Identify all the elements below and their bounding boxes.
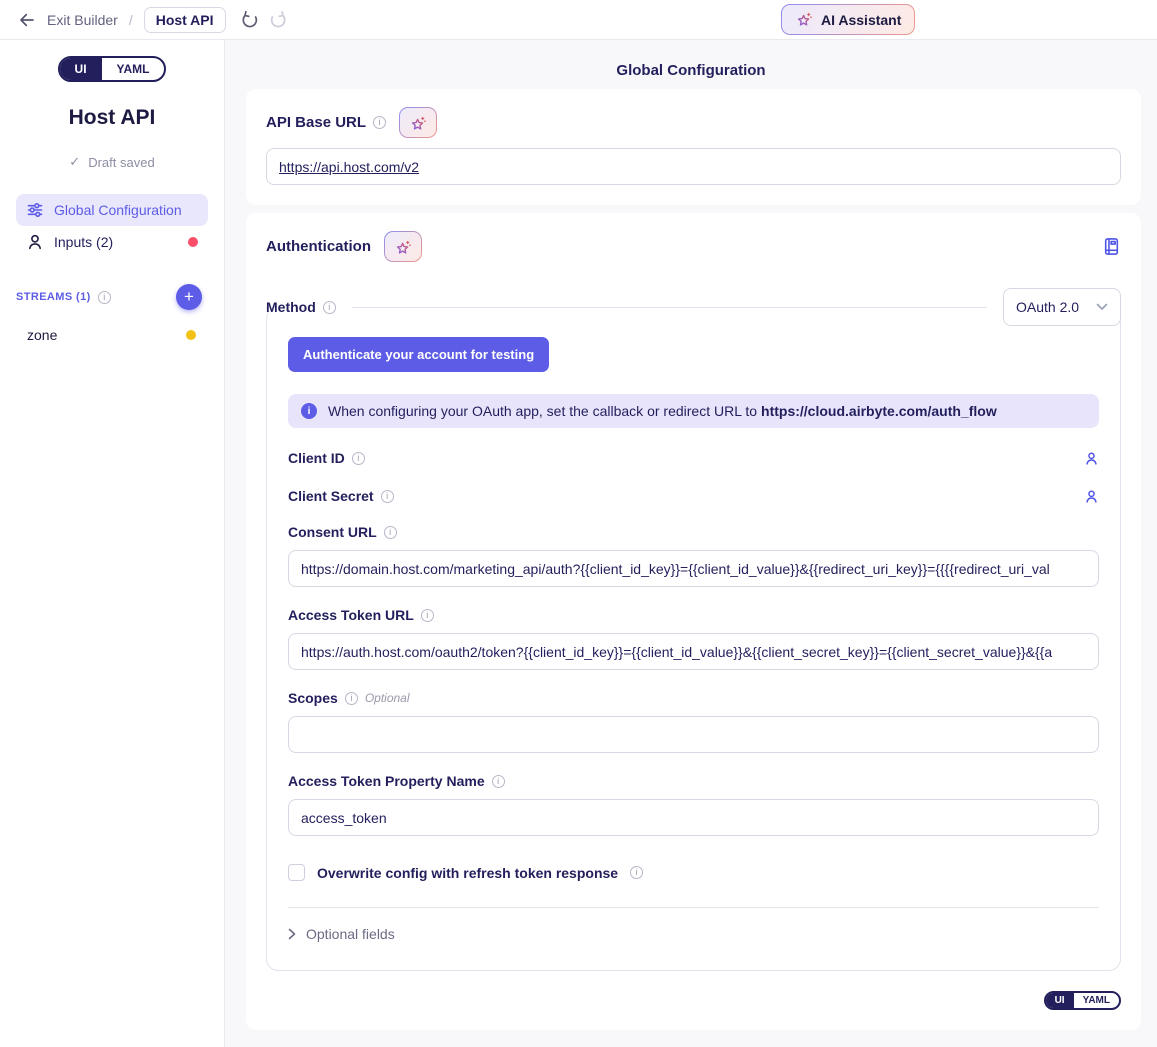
method-select[interactable]: OAuth 2.0 xyxy=(1003,288,1121,326)
overwrite-config-row: Overwrite config with refresh token resp… xyxy=(288,864,1099,881)
info-icon[interactable]: i xyxy=(492,775,505,788)
status-dot-stream xyxy=(186,330,196,340)
divider xyxy=(288,907,1099,908)
info-icon[interactable]: i xyxy=(384,526,397,539)
user-icon xyxy=(26,233,44,251)
toggle-ui[interactable]: UI xyxy=(60,58,102,80)
client-secret-row: Client Secret i xyxy=(288,488,1099,504)
client-secret-label: Client Secret xyxy=(288,488,374,504)
access-token-url-label: Access Token URL xyxy=(288,607,414,623)
chevron-right-icon xyxy=(288,928,296,940)
docs-button[interactable] xyxy=(1102,237,1121,256)
ai-assistant-button[interactable]: AI Assistant xyxy=(781,4,915,35)
optional-fields-label: Optional fields xyxy=(306,926,395,942)
topbar: Exit Builder / Host API AI Assistant xyxy=(0,0,1157,40)
info-icon[interactable]: i xyxy=(323,301,336,314)
info-icon[interactable]: i xyxy=(345,692,358,705)
scopes-field: Scopes i Optional xyxy=(288,690,1099,753)
breadcrumb-separator: / xyxy=(129,12,133,28)
authenticate-button[interactable]: Authenticate your account for testing xyxy=(288,337,549,372)
api-base-url-card: API Base URL i xyxy=(246,89,1141,205)
back-button[interactable] xyxy=(14,7,40,33)
sliders-icon xyxy=(26,201,44,219)
optional-fields-expander[interactable]: Optional fields xyxy=(288,926,1099,946)
ai-assist-api-url-button[interactable] xyxy=(399,107,437,138)
client-id-user-input-button[interactable] xyxy=(1084,451,1099,466)
save-status-label: Draft saved xyxy=(88,155,154,170)
redo-button[interactable] xyxy=(268,9,290,31)
chevron-down-icon xyxy=(1096,303,1108,311)
main-content: Global Configuration API Base URL i xyxy=(225,40,1157,1047)
sidebar-item-global-configuration[interactable]: Global Configuration xyxy=(16,194,208,226)
undo-button[interactable] xyxy=(239,9,261,31)
bottom-ui-yaml-toggle: UI YAML xyxy=(1044,991,1121,1010)
client-secret-user-input-button[interactable] xyxy=(1084,489,1099,504)
access-token-property-field: Access Token Property Name i xyxy=(288,773,1099,836)
access-token-property-label: Access Token Property Name xyxy=(288,773,485,789)
oauth-settings-group: Authenticate your account for testing i … xyxy=(266,307,1121,971)
client-id-row: Client ID i xyxy=(288,450,1099,466)
client-id-label: Client ID xyxy=(288,450,345,466)
sidebar-item-label: Inputs (2) xyxy=(54,234,113,250)
callout-redirect-url: https://cloud.airbyte.com/auth_flow xyxy=(761,403,997,419)
overwrite-config-label: Overwrite config with refresh token resp… xyxy=(317,865,618,881)
sidebar-stream-zone[interactable]: zone xyxy=(16,322,208,348)
undo-icon xyxy=(240,10,259,29)
sparkles-icon xyxy=(409,115,427,132)
arrow-left-icon xyxy=(18,11,36,29)
connector-title: Host API xyxy=(0,106,224,130)
access-token-url-field: Access Token URL i xyxy=(288,607,1099,670)
toggle-yaml[interactable]: YAML xyxy=(102,58,165,80)
redo-icon xyxy=(269,10,288,29)
check-icon: ✓ xyxy=(69,154,80,170)
bottom-toggle-yaml[interactable]: YAML xyxy=(1074,993,1119,1008)
user-icon xyxy=(1084,451,1099,466)
access-token-property-input[interactable] xyxy=(288,799,1099,836)
api-base-url-input[interactable] xyxy=(266,148,1121,185)
ai-assistant-label: AI Assistant xyxy=(821,12,901,28)
bottom-toggle-ui[interactable]: UI xyxy=(1046,993,1074,1008)
authentication-card: Authentication xyxy=(246,213,1141,1030)
info-icon[interactable]: i xyxy=(421,609,434,622)
ai-assist-authentication-button[interactable] xyxy=(384,231,422,262)
user-icon xyxy=(1084,489,1099,504)
status-dot-inputs xyxy=(188,237,198,247)
add-stream-button[interactable]: + xyxy=(176,284,202,310)
authentication-title: Authentication xyxy=(266,238,371,255)
sparkles-icon xyxy=(394,239,412,256)
info-icon[interactable]: i xyxy=(352,452,365,465)
info-icon[interactable]: i xyxy=(381,490,394,503)
callout-text: When configuring your OAuth app, set the… xyxy=(328,403,997,419)
optional-tag: Optional xyxy=(365,691,410,705)
api-base-url-label: API Base URL xyxy=(266,114,366,131)
consent-url-input[interactable] xyxy=(288,550,1099,587)
info-filled-icon: i xyxy=(301,403,317,419)
sidebar-item-label: Global Configuration xyxy=(54,202,182,218)
plus-icon: + xyxy=(184,287,194,307)
sidebar-item-inputs[interactable]: Inputs (2) xyxy=(16,226,208,258)
streams-header: STREAMS (1) xyxy=(16,291,91,303)
stream-label: zone xyxy=(27,327,57,343)
info-icon[interactable]: i xyxy=(630,866,643,879)
oauth-callout: i When configuring your OAuth app, set t… xyxy=(288,394,1099,428)
info-icon[interactable]: i xyxy=(373,116,386,129)
scopes-label: Scopes xyxy=(288,690,338,706)
consent-url-field: Consent URL i xyxy=(288,524,1099,587)
info-icon[interactable]: i xyxy=(98,291,111,304)
sparkles-icon xyxy=(795,11,813,28)
sidebar: UI YAML Host API ✓ Draft saved Global Co… xyxy=(0,40,225,1047)
save-status: ✓ Draft saved xyxy=(0,154,224,170)
scopes-input[interactable] xyxy=(288,716,1099,753)
breadcrumb-exit-builder[interactable]: Exit Builder xyxy=(47,12,118,28)
connector-name-field[interactable]: Host API xyxy=(144,7,226,33)
access-token-url-input[interactable] xyxy=(288,633,1099,670)
method-label: Method xyxy=(266,299,316,315)
divider xyxy=(352,307,987,308)
ui-yaml-toggle: UI YAML xyxy=(58,56,167,82)
page-title: Global Configuration xyxy=(225,62,1157,79)
overwrite-config-checkbox[interactable] xyxy=(288,864,305,881)
method-selected-value: OAuth 2.0 xyxy=(1016,299,1079,315)
docs-icon xyxy=(1102,237,1121,256)
consent-url-label: Consent URL xyxy=(288,524,377,540)
